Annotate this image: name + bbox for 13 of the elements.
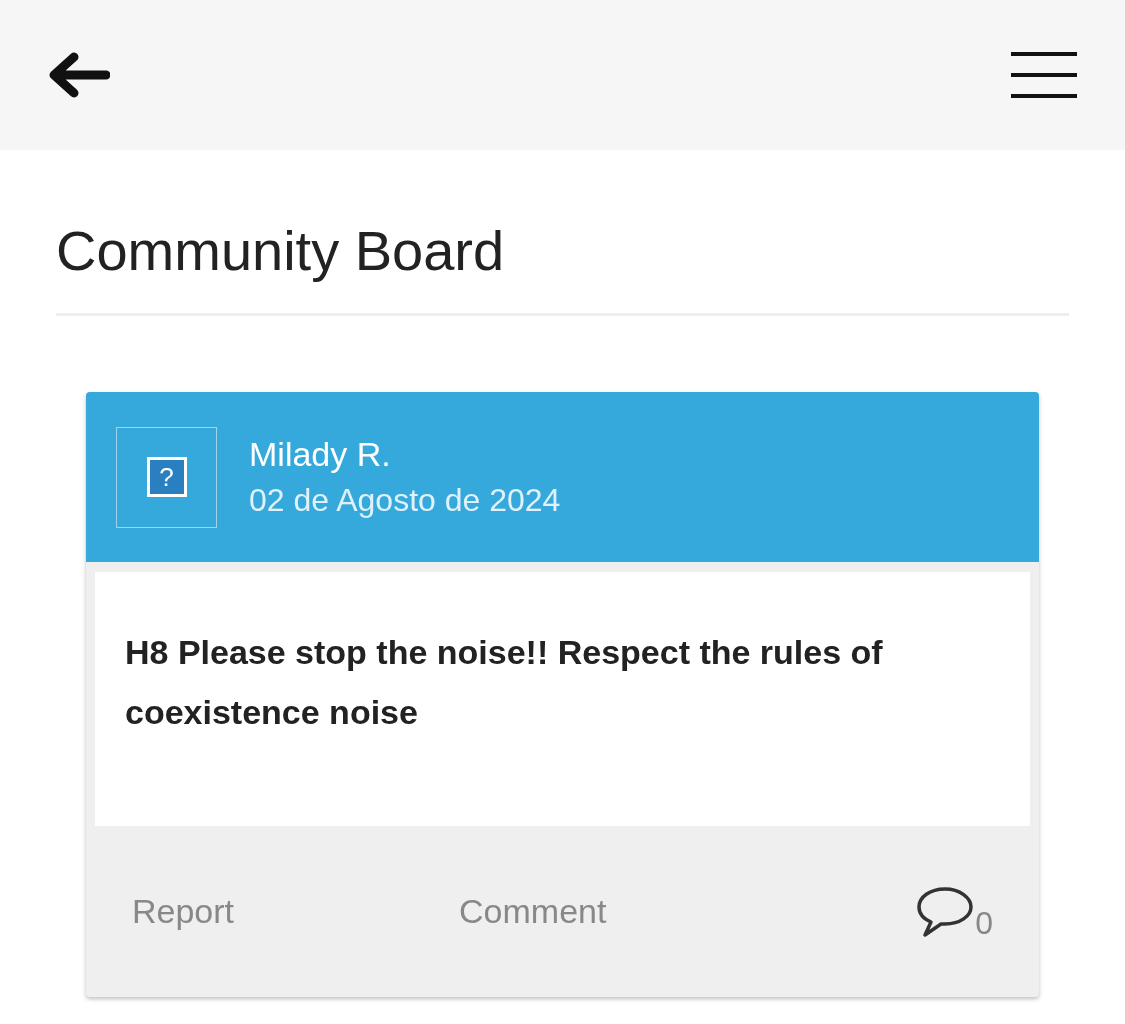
comment-count: 0: [975, 905, 993, 942]
post-date: 02 de Agosto de 2024: [249, 482, 561, 519]
post-text: H8 Please stop the noise!! Respect the rules of coexistence noise: [125, 632, 884, 733]
back-arrow-icon: [48, 52, 110, 98]
menu-button[interactable]: [1011, 52, 1077, 98]
action-link[interactable]: Report: [132, 892, 235, 931]
back-button[interactable]: [48, 52, 110, 98]
speech-bubble-icon[interactable]: [915, 885, 976, 938]
menu-icon: [1011, 52, 1077, 98]
page-title: Community Board: [56, 218, 506, 284]
placeholder-image-icon: ?: [146, 457, 187, 497]
action-link[interactable]: Comment: [459, 892, 607, 931]
author-name: Milady R.: [249, 435, 392, 474]
